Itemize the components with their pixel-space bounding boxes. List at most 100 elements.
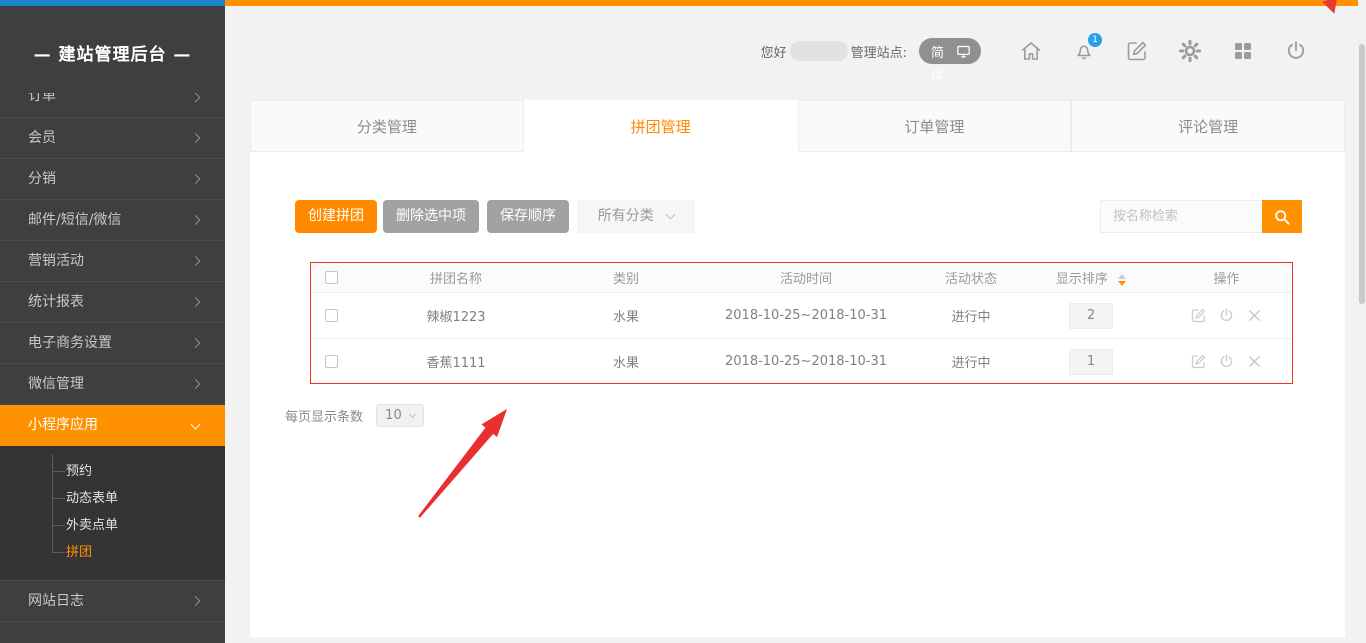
submenu-item-label: 拼团	[66, 545, 92, 560]
submenu-item-label: 外卖点单	[66, 518, 118, 533]
tab-group-buy-management[interactable]: 拼团管理	[524, 100, 798, 152]
sort-asc-icon	[1118, 274, 1126, 279]
sort-order-input[interactable]	[1069, 303, 1113, 329]
tab-label: 订单管理	[904, 116, 964, 137]
delete-row-icon[interactable]	[1246, 353, 1263, 370]
sidebar-item-label: 微信管理	[28, 376, 84, 392]
manage-site-label: 管理站点:	[851, 42, 907, 61]
search-input[interactable]	[1100, 200, 1262, 233]
tab-order-management[interactable]: 订单管理	[798, 100, 1072, 152]
per-page-value: 10	[385, 408, 402, 423]
tab-label: 评论管理	[1178, 116, 1238, 137]
annotation-red-marker	[1322, 0, 1342, 16]
apps-grid-icon[interactable]	[1231, 39, 1255, 63]
column-header-category: 类别	[561, 268, 691, 287]
sidebar-item-statistics[interactable]: 统计报表	[0, 282, 225, 323]
app-window: — 建站管理后台 — 订单 会员 分销 邮件/短信/微信 营销活动	[0, 0, 1366, 643]
sidebar-item-label: 统计报表	[28, 294, 84, 310]
header-bar: 您好 管理站点: 简 体 1	[225, 36, 1366, 66]
column-header-time: 活动时间	[691, 268, 921, 287]
sidebar-item-label: 小程序应用	[28, 417, 98, 433]
cell-category: 水果	[561, 306, 691, 325]
content-card: 创建拼团 删除选中项 保存顺序 所有分类 拼团名称 类别 活动时间 活动状态	[250, 152, 1345, 637]
scrollbar-thumb[interactable]	[1359, 44, 1365, 304]
tab-label: 拼团管理	[631, 116, 691, 137]
topbar-orange-accent	[225, 0, 1366, 6]
redacted-username	[790, 41, 848, 61]
app-title: — 建站管理后台 —	[0, 40, 225, 65]
toggle-power-icon[interactable]	[1218, 307, 1235, 324]
monitor-icon	[955, 43, 972, 60]
cell-category: 水果	[561, 352, 691, 371]
submenu-item-takeout-order[interactable]: 外卖点单	[0, 512, 225, 539]
chevron-down-icon	[666, 209, 676, 219]
category-filter-label: 所有分类	[598, 208, 654, 224]
tab-comment-management[interactable]: 评论管理	[1071, 100, 1345, 152]
row-actions	[1161, 307, 1292, 324]
greeting-text: 您好	[761, 42, 787, 61]
row-checkbox[interactable]	[325, 355, 338, 368]
row-checkbox[interactable]	[325, 309, 338, 322]
sidebar-item-label: 分销	[28, 171, 56, 187]
cell-name: 辣椒1223	[351, 306, 561, 325]
chevron-right-icon	[191, 338, 201, 348]
bell-icon[interactable]: 1	[1072, 39, 1096, 63]
delete-row-icon[interactable]	[1246, 307, 1263, 324]
group-buy-table: 拼团名称 类别 活动时间 活动状态 显示排序 操作 辣椒1223 水果 2018…	[310, 262, 1293, 384]
search-bar	[1100, 200, 1302, 233]
sort-order-input[interactable]	[1069, 349, 1113, 375]
power-icon[interactable]	[1284, 39, 1308, 63]
sidebar-item-miniprogram-apps[interactable]: 小程序应用	[0, 405, 225, 446]
save-order-button[interactable]: 保存顺序	[487, 200, 569, 233]
sidebar-submenu: 预约 动态表单 外卖点单 拼团	[0, 446, 225, 581]
language-label-secondary: 体	[931, 65, 944, 84]
window-scrollbar[interactable]	[1358, 0, 1366, 643]
sidebar-item-distribution[interactable]: 分销	[0, 159, 225, 200]
chevron-right-icon	[191, 174, 201, 184]
row-actions	[1161, 353, 1292, 370]
cell-time: 2018-10-25~2018-10-31	[691, 354, 921, 369]
per-page-select[interactable]: 10	[376, 404, 424, 427]
sidebar-item-site-logs[interactable]: 网站日志	[0, 581, 225, 622]
sidebar-item-orders[interactable]: 订单	[0, 93, 225, 118]
chevron-right-icon	[191, 596, 201, 606]
chevron-down-icon	[409, 410, 416, 417]
language-switcher: 简 体	[919, 38, 981, 64]
language-pill[interactable]: 简	[919, 38, 981, 64]
sidebar-item-label: 电子商务设置	[28, 335, 112, 351]
chevron-right-icon	[191, 93, 201, 102]
select-all-checkbox[interactable]	[325, 271, 338, 284]
search-button[interactable]	[1262, 200, 1302, 233]
sidebar-item-members[interactable]: 会员	[0, 118, 225, 159]
gear-icon[interactable]	[1178, 39, 1202, 63]
toggle-power-icon[interactable]	[1218, 353, 1235, 370]
column-header-actions: 操作	[1161, 268, 1292, 287]
sort-toggle[interactable]	[1118, 274, 1126, 286]
home-icon[interactable]	[1019, 39, 1043, 63]
sidebar-item-ecommerce-settings[interactable]: 电子商务设置	[0, 323, 225, 364]
submenu-item-label: 预约	[66, 464, 92, 479]
sidebar-item-label: 会员	[28, 130, 56, 146]
edit-row-icon[interactable]	[1190, 353, 1207, 370]
category-filter-dropdown[interactable]: 所有分类	[577, 200, 695, 233]
column-header-name: 拼团名称	[351, 268, 561, 287]
tab-category-management[interactable]: 分类管理	[250, 100, 524, 152]
sidebar-item-mail-sms-wechat[interactable]: 邮件/短信/微信	[0, 200, 225, 241]
cell-status: 进行中	[921, 306, 1021, 325]
table-row: 辣椒1223 水果 2018-10-25~2018-10-31 进行中	[311, 292, 1292, 338]
sort-desc-icon	[1118, 281, 1126, 286]
delete-selected-button[interactable]: 删除选中项	[383, 200, 479, 233]
submenu-item-group-buy[interactable]: 拼团	[0, 539, 225, 566]
sidebar-item-wechat-management[interactable]: 微信管理	[0, 364, 225, 405]
per-page-control: 每页显示条数 10	[285, 404, 424, 427]
sidebar-item-marketing[interactable]: 营销活动	[0, 241, 225, 282]
chevron-down-icon	[191, 419, 201, 429]
tab-label: 分类管理	[357, 116, 417, 137]
edit-icon[interactable]	[1125, 39, 1149, 63]
edit-row-icon[interactable]	[1190, 307, 1207, 324]
submenu-item-dynamic-forms[interactable]: 动态表单	[0, 485, 225, 512]
sidebar-menu: 订单 会员 分销 邮件/短信/微信 营销活动 统计报表	[0, 93, 225, 622]
submenu-item-booking[interactable]: 预约	[0, 458, 225, 485]
cell-status: 进行中	[921, 352, 1021, 371]
create-group-buy-button[interactable]: 创建拼团	[295, 200, 377, 233]
